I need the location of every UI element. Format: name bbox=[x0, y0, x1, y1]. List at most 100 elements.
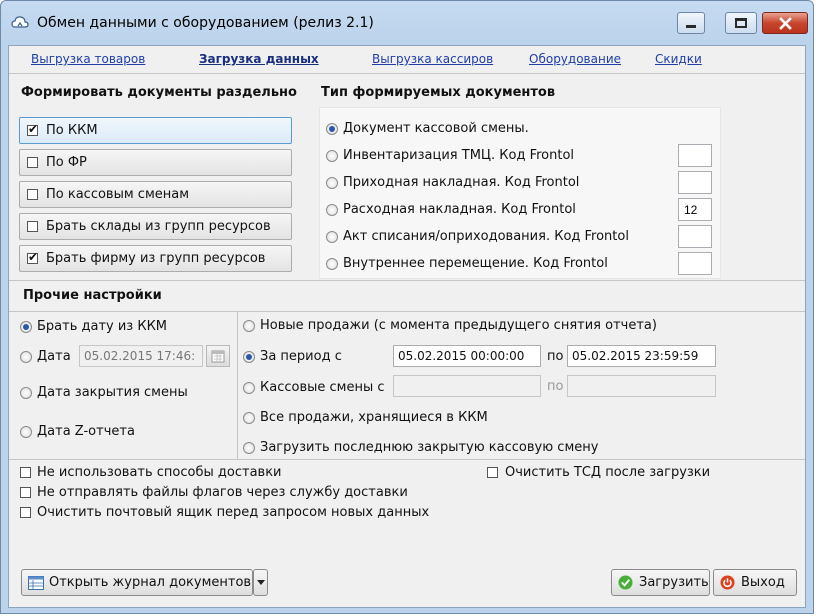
radio-period[interactable] bbox=[243, 351, 255, 363]
close-button[interactable] bbox=[762, 12, 808, 34]
maximize-button[interactable] bbox=[725, 12, 757, 34]
chevron-down-icon bbox=[257, 580, 265, 585]
option-by-kkm[interactable]: По ККМ bbox=[19, 117, 292, 144]
section-divider bbox=[9, 311, 805, 312]
maximize-icon bbox=[735, 18, 747, 28]
po-label: по bbox=[547, 379, 564, 394]
checkbox bbox=[27, 122, 38, 136]
open-journal-button[interactable]: Открыть журнал документов bbox=[21, 569, 253, 596]
nav-link-export-goods[interactable]: Выгрузка товаров bbox=[31, 52, 145, 66]
radio-doc-inventory[interactable] bbox=[326, 150, 338, 162]
minimize-button[interactable] bbox=[677, 12, 705, 34]
radio-doc-transfer[interactable] bbox=[326, 258, 338, 270]
doc-types-title: Тип формируемых документов bbox=[321, 85, 556, 100]
doc-type-label: Приходная накладная. Код Frontol bbox=[343, 175, 580, 190]
date-input[interactable]: 05.02.2015 17:46: bbox=[79, 345, 203, 367]
window-title: Обмен данными с оборудованием (релиз 2.1… bbox=[37, 15, 374, 31]
radio-date-shift-close[interactable] bbox=[20, 387, 32, 399]
nav-link-export-cashiers[interactable]: Выгрузка кассиров bbox=[372, 52, 493, 66]
period-to-input[interactable]: 05.02.2015 23:59:59 bbox=[567, 345, 716, 367]
checkbox-no-flag-files[interactable] bbox=[20, 487, 31, 498]
period-from-input[interactable]: 05.02.2015 00:00:00 bbox=[393, 345, 541, 367]
checkbox-clear-mailbox[interactable] bbox=[20, 507, 31, 518]
period-option-label: За период с bbox=[260, 349, 342, 364]
radio-all-sales[interactable] bbox=[243, 412, 255, 424]
window: Обмен данными с оборудованием (релиз 2.1… bbox=[0, 0, 814, 614]
cloud-icon bbox=[11, 16, 29, 28]
nav-link-equipment[interactable]: Оборудование bbox=[529, 52, 621, 66]
shift-to-input[interactable] bbox=[567, 375, 716, 397]
doc-type-label: Инвентаризация ТМЦ. Код Frontol bbox=[343, 148, 575, 163]
radio-doc-writeoff[interactable] bbox=[326, 231, 338, 243]
radio-doc-shift[interactable] bbox=[326, 123, 338, 135]
check-label: Очистить ТСД после загрузки bbox=[505, 465, 711, 480]
calendar-button[interactable] bbox=[206, 345, 230, 367]
checkbox bbox=[27, 250, 38, 264]
code-outgoing-input[interactable] bbox=[678, 198, 712, 221]
close-icon bbox=[779, 17, 792, 30]
option-firm-from-groups[interactable]: Брать фирму из групп ресурсов bbox=[19, 245, 292, 272]
radio-doc-incoming[interactable] bbox=[326, 177, 338, 189]
doc-type-label: Внутреннее перемещение. Код Frontol bbox=[343, 256, 608, 271]
period-option-label: Загрузить последнюю закрытую кассовую см… bbox=[260, 440, 599, 455]
date-option-label: Дата bbox=[37, 349, 71, 364]
minimize-icon bbox=[686, 25, 696, 28]
section-divider bbox=[9, 459, 805, 460]
doc-type-label: Расходная накладная. Код Frontol bbox=[343, 202, 576, 217]
nav-link-discounts[interactable]: Скидки bbox=[655, 52, 702, 66]
power-icon bbox=[720, 575, 735, 590]
checkbox-no-delivery-methods[interactable] bbox=[20, 467, 31, 478]
radio-last-closed-shift[interactable] bbox=[243, 442, 255, 454]
period-option-label: Кассовые смены с bbox=[260, 380, 385, 395]
client-area: Выгрузка товаров Загрузка данных Выгрузк… bbox=[8, 45, 806, 608]
date-option-label: Брать дату из ККМ bbox=[37, 319, 168, 334]
check-circle-icon bbox=[618, 575, 633, 590]
option-label: По ККМ bbox=[46, 123, 98, 138]
title-bar[interactable]: Обмен данными с оборудованием (релиз 2.1… bbox=[1, 1, 815, 45]
option-label: По кассовым сменам bbox=[46, 187, 190, 202]
code-transfer-input[interactable] bbox=[678, 252, 712, 275]
option-by-fr[interactable]: По ФР bbox=[19, 149, 292, 176]
option-label: Брать фирму из групп ресурсов bbox=[46, 251, 266, 266]
code-incoming-input[interactable] bbox=[678, 171, 712, 194]
checkbox bbox=[27, 189, 38, 200]
date-option-label: Дата закрытия смены bbox=[37, 385, 188, 400]
doc-type-label: Акт списания/оприходования. Код Frontol bbox=[343, 229, 629, 244]
radio-cash-shifts[interactable] bbox=[243, 382, 255, 394]
date-option-label: Дата Z-отчета bbox=[37, 424, 135, 439]
load-label: Загрузить bbox=[639, 575, 709, 590]
check-label: Очистить почтовый ящик перед запросом но… bbox=[37, 505, 430, 520]
calendar-icon bbox=[211, 350, 225, 363]
radio-date-z-report[interactable] bbox=[20, 426, 32, 438]
option-label: По ФР bbox=[46, 155, 87, 170]
column-divider bbox=[237, 311, 238, 459]
radio-date-from-kkm[interactable] bbox=[20, 321, 32, 333]
radio-date-custom[interactable] bbox=[20, 351, 32, 363]
exit-label: Выход bbox=[741, 575, 785, 590]
radio-doc-outgoing[interactable] bbox=[326, 204, 338, 216]
nav-link-load-data[interactable]: Загрузка данных bbox=[199, 52, 319, 66]
checkbox bbox=[27, 157, 38, 168]
exit-button[interactable]: Выход bbox=[713, 569, 797, 596]
code-writeoff-input[interactable] bbox=[678, 225, 712, 248]
journal-dropdown-button[interactable] bbox=[253, 569, 268, 596]
other-settings-title: Прочие настройки bbox=[23, 288, 162, 303]
option-by-shifts[interactable]: По кассовым сменам bbox=[19, 181, 292, 208]
check-label: Не использовать способы доставки bbox=[37, 465, 282, 480]
shift-from-input[interactable] bbox=[393, 375, 541, 397]
load-button[interactable]: Загрузить bbox=[611, 569, 710, 596]
checkbox-clear-tsd[interactable] bbox=[487, 467, 498, 478]
option-label: Брать склады из групп ресурсов bbox=[46, 219, 271, 234]
option-warehouses-from-groups[interactable]: Брать склады из групп ресурсов bbox=[19, 213, 292, 240]
section-divider bbox=[9, 280, 805, 281]
checkbox bbox=[27, 221, 38, 232]
po-label: по bbox=[547, 349, 564, 364]
period-option-label: Новые продажи (с момента предыдущего сня… bbox=[260, 318, 657, 333]
code-inventory-input[interactable] bbox=[678, 144, 712, 167]
check-label: Не отправлять файлы флагов через службу … bbox=[37, 485, 408, 500]
table-icon bbox=[28, 576, 44, 590]
open-journal-label: Открыть журнал документов bbox=[49, 575, 252, 590]
radio-new-sales[interactable] bbox=[243, 320, 255, 332]
form-docs-title: Формировать документы раздельно bbox=[21, 85, 297, 100]
period-option-label: Все продажи, хранящиеся в ККМ bbox=[260, 410, 488, 425]
